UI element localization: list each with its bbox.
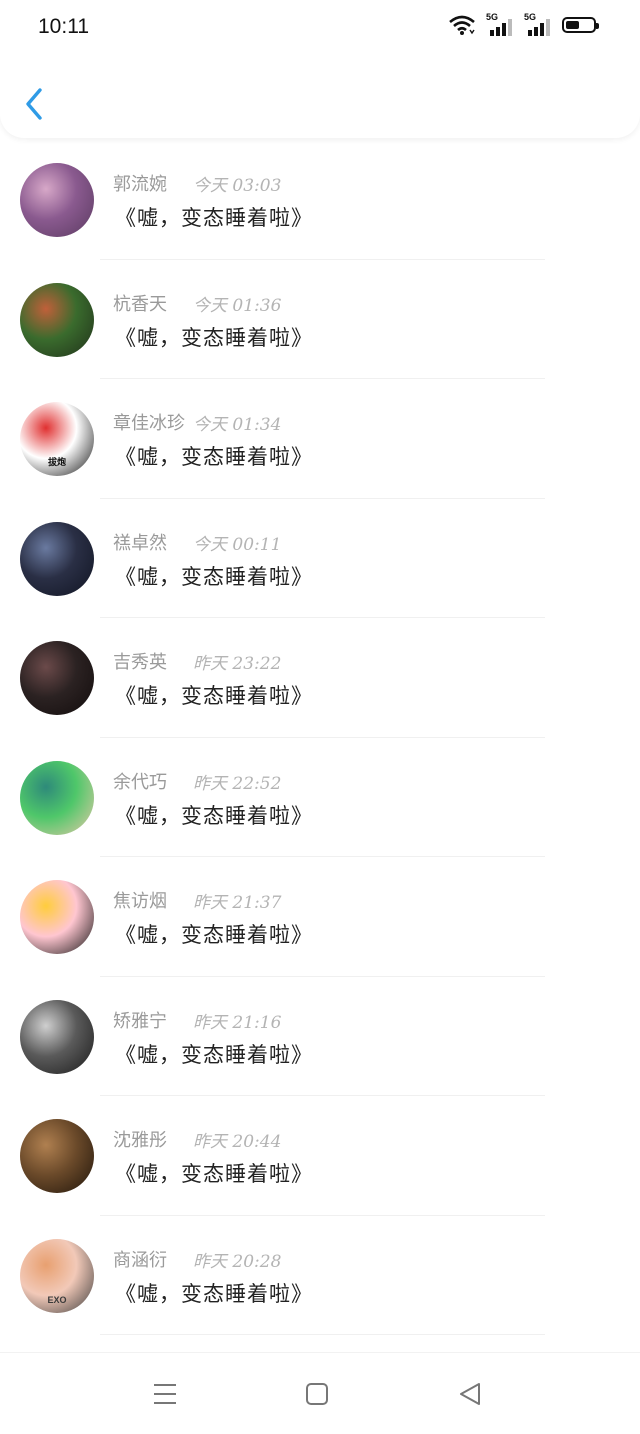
message-time: 今天 01:34 — [193, 415, 282, 435]
message-preview: 《嘘，变态睡着啦》 — [115, 1042, 313, 1067]
list-item[interactable]: 拔炮 章佳冰珍 今天 01:34 《嘘，变态睡着啦》 — [0, 379, 640, 499]
list-item[interactable]: EXO 商涵衍 昨天 20:28 《嘘，变态睡着啦》 — [0, 1216, 640, 1335]
back-system-button[interactable] — [455, 1379, 485, 1409]
message-time: 今天 00:11 — [193, 534, 282, 555]
list-item[interactable]: 郭流婉 今天 03:03 《嘘，变态睡着啦》 — [0, 140, 640, 260]
avatar[interactable] — [20, 760, 94, 835]
message-time: 昨天 21:16 — [193, 1012, 282, 1033]
message-preview: 《嘘，变态睡着啦》 — [115, 803, 313, 828]
back-button[interactable] — [20, 86, 50, 122]
home-button[interactable] — [302, 1379, 332, 1409]
message-preview: 《嘘，变态睡着啦》 — [115, 206, 313, 230]
message-preview: 《嘘，变态睡着啦》 — [115, 445, 313, 469]
avatar[interactable] — [20, 521, 94, 596]
home-square-icon — [306, 1383, 328, 1405]
contact-name: 商涵衍 — [113, 1249, 167, 1271]
contact-name: 矫雅宁 — [113, 1010, 167, 1032]
system-navigation-bar — [0, 1352, 640, 1434]
battery-level — [566, 21, 579, 29]
back-triangle-icon — [460, 1383, 480, 1405]
divider — [100, 1334, 545, 1335]
message-time: 今天 03:03 — [193, 176, 282, 196]
message-preview: 《嘘，变态睡着啦》 — [115, 684, 313, 708]
signal-icon: 5G — [524, 12, 552, 36]
list-item[interactable]: 吉秀英 昨天 23:22 《嘘，变态睡着啦》 — [0, 618, 640, 738]
avatar[interactable]: EXO — [20, 1238, 94, 1313]
list-item[interactable]: 焦访烟 昨天 21:37 《嘘，变态睡着啦》 — [0, 857, 640, 977]
avatar[interactable]: 拔炮 — [20, 402, 94, 476]
contact-name: 郭流婉 — [113, 174, 167, 195]
message-time: 昨天 20:28 — [193, 1251, 282, 1272]
message-preview: 《嘘，变态睡着啦》 — [115, 1281, 313, 1306]
menu-button[interactable] — [150, 1379, 180, 1409]
wifi-icon — [449, 15, 475, 35]
avatar[interactable] — [20, 999, 94, 1074]
contact-name: 章佳冰珍 — [113, 413, 185, 434]
signal-icon: 5G — [486, 12, 514, 36]
avatar[interactable] — [20, 641, 94, 715]
list-item[interactable]: 禚卓然 今天 00:11 《嘘，变态睡着啦》 — [0, 499, 640, 618]
contact-name: 沈雅彤 — [113, 1130, 167, 1151]
avatar[interactable] — [20, 1119, 94, 1193]
chevron-left-icon — [26, 88, 42, 120]
contact-name: 禚卓然 — [113, 532, 167, 554]
message-preview: 《嘘，变态睡着啦》 — [115, 325, 313, 350]
list-item[interactable]: 沈雅彤 昨天 20:44 《嘘，变态睡着啦》 — [0, 1096, 640, 1216]
battery-icon — [562, 17, 599, 33]
message-time: 昨天 21:37 — [193, 893, 282, 913]
message-preview: 《嘘，变态睡着啦》 — [115, 564, 313, 589]
message-time: 昨天 22:52 — [193, 773, 282, 794]
contact-name: 杭香天 — [113, 293, 167, 315]
message-time: 今天 01:36 — [193, 295, 282, 316]
avatar[interactable] — [20, 880, 94, 954]
status-icons: 5G 5G — [448, 12, 599, 36]
list-item[interactable]: 杭香天 今天 01:36 《嘘，变态睡着啦》 — [0, 260, 640, 379]
message-preview: 《嘘，变态睡着啦》 — [115, 923, 313, 947]
avatar[interactable] — [20, 163, 94, 237]
chat-list: 郭流婉 今天 03:03 《嘘，变态睡着啦》 杭香天 今天 01:36 《嘘，变… — [0, 140, 640, 1335]
contact-name: 焦访烟 — [113, 891, 167, 912]
message-time: 昨天 23:22 — [193, 654, 282, 674]
message-preview: 《嘘，变态睡着啦》 — [115, 1162, 313, 1186]
list-item[interactable]: 矫雅宁 昨天 21:16 《嘘，变态睡着啦》 — [0, 977, 640, 1096]
contact-name: 吉秀英 — [113, 652, 167, 673]
contact-name: 余代巧 — [113, 771, 167, 793]
list-item[interactable]: 余代巧 昨天 22:52 《嘘，变态睡着啦》 — [0, 738, 640, 857]
status-bar-time: 10:11 — [38, 15, 89, 38]
message-time: 昨天 20:44 — [193, 1132, 282, 1152]
avatar-caption: 拔炮 — [47, 457, 66, 467]
avatar[interactable] — [20, 282, 94, 357]
menu-icon — [154, 1384, 176, 1404]
avatar-caption: EXO — [47, 1294, 67, 1305]
top-app-bar: 10:11 5G 5G — [0, 0, 640, 138]
